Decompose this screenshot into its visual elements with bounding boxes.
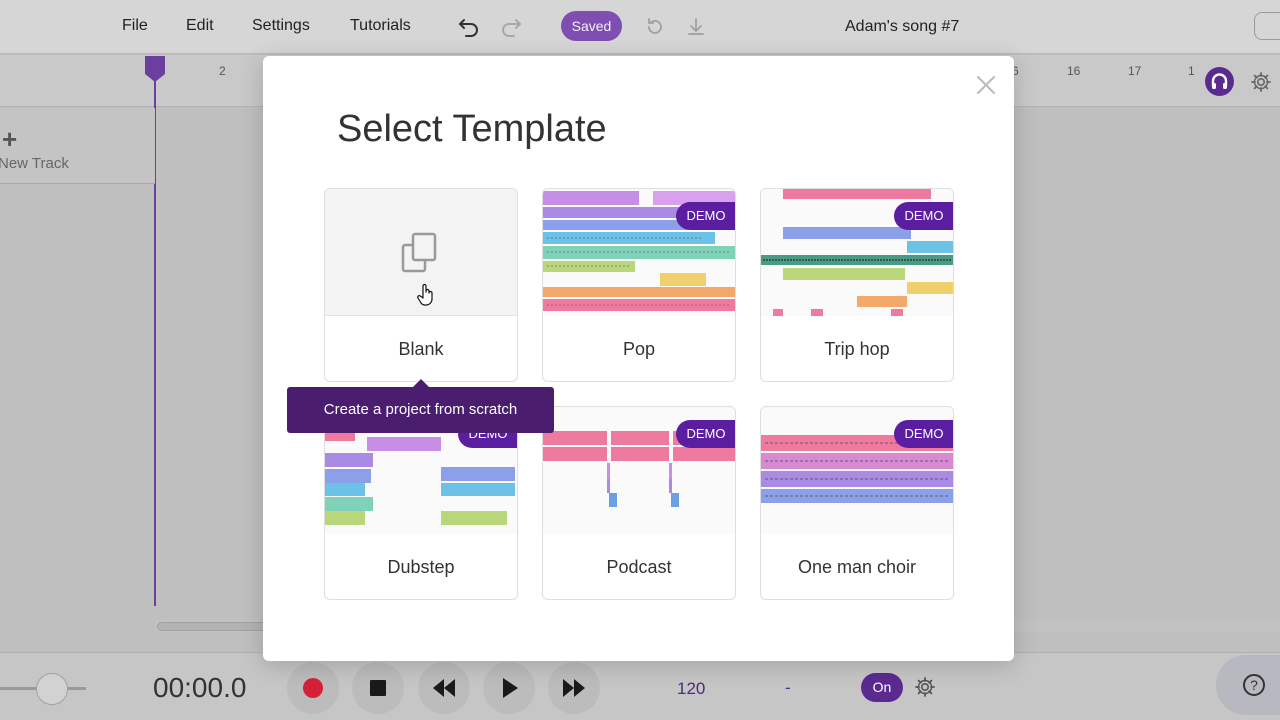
record-button[interactable] [287, 662, 339, 714]
menu-edit[interactable]: Edit [186, 17, 214, 35]
new-track-panel[interactable] [0, 108, 155, 184]
template-card-one-man-choir[interactable]: DEMO One man choir [760, 406, 954, 600]
ruler-tick: 17 [1128, 64, 1142, 78]
demo-badge: DEMO [676, 202, 735, 230]
ruler-tick: 16 [1067, 64, 1081, 78]
svg-text:?: ? [1250, 677, 1258, 693]
template-label: Pop [622, 339, 656, 359]
plus-icon[interactable]: + [2, 124, 17, 155]
scrollbar-thumb[interactable] [157, 622, 267, 631]
template-label: Blank [398, 339, 444, 359]
time-display: 00:00.0 [153, 672, 247, 703]
key-value[interactable]: - [785, 678, 791, 698]
demo-badge: DEMO [894, 420, 953, 448]
modal-title: Select Template [337, 108, 607, 150]
download-icon[interactable] [683, 14, 709, 40]
demo-badge: DEMO [676, 420, 735, 448]
headset-icon[interactable] [1205, 67, 1234, 96]
refresh-icon[interactable] [642, 14, 668, 40]
export-button[interactable] [1254, 12, 1280, 40]
song-title[interactable]: Adam's song #7 [845, 18, 959, 36]
metronome-settings-icon[interactable] [914, 676, 936, 698]
ruler-tick: 1 [1188, 64, 1195, 78]
template-label: Trip hop [824, 339, 890, 359]
template-card-podcast[interactable]: DEMO Podcast [542, 406, 736, 600]
redo-icon[interactable] [498, 14, 524, 40]
saved-badge: Saved [561, 11, 622, 41]
template-label: Dubstep [387, 557, 455, 577]
help-button[interactable]: ? [1216, 655, 1280, 715]
template-card-trip-hop[interactable]: DEMO Trip hop [760, 188, 954, 382]
rewind-button[interactable] [418, 662, 470, 714]
template-card-dubstep[interactable]: DEMO Dubstep [324, 406, 518, 600]
volume-slider-knob[interactable] [36, 673, 68, 705]
ruler-tick: 2 [219, 64, 226, 78]
undo-icon[interactable] [456, 14, 482, 40]
menu-tutorials[interactable]: Tutorials [350, 17, 411, 35]
template-label: Podcast [606, 557, 672, 577]
close-icon[interactable] [975, 74, 997, 96]
fast-forward-button[interactable] [548, 662, 600, 714]
metronome-toggle[interactable]: On [861, 673, 903, 702]
stop-button[interactable] [352, 662, 404, 714]
template-card-pop[interactable]: DEMO Pop [542, 188, 736, 382]
bpm-value[interactable]: 120 [677, 679, 705, 699]
menu-file[interactable]: File [122, 17, 148, 35]
tooltip-arrow [413, 379, 429, 387]
gear-icon[interactable] [1250, 71, 1272, 93]
hand-cursor-icon [417, 283, 437, 307]
tooltip: Create a project from scratch [287, 387, 554, 433]
new-track-label[interactable]: New Track [0, 155, 69, 172]
menu-settings[interactable]: Settings [252, 17, 310, 35]
play-button[interactable] [483, 662, 535, 714]
playhead-handle[interactable] [145, 56, 165, 82]
template-label: One man choir [797, 557, 917, 577]
demo-badge: DEMO [894, 202, 953, 230]
